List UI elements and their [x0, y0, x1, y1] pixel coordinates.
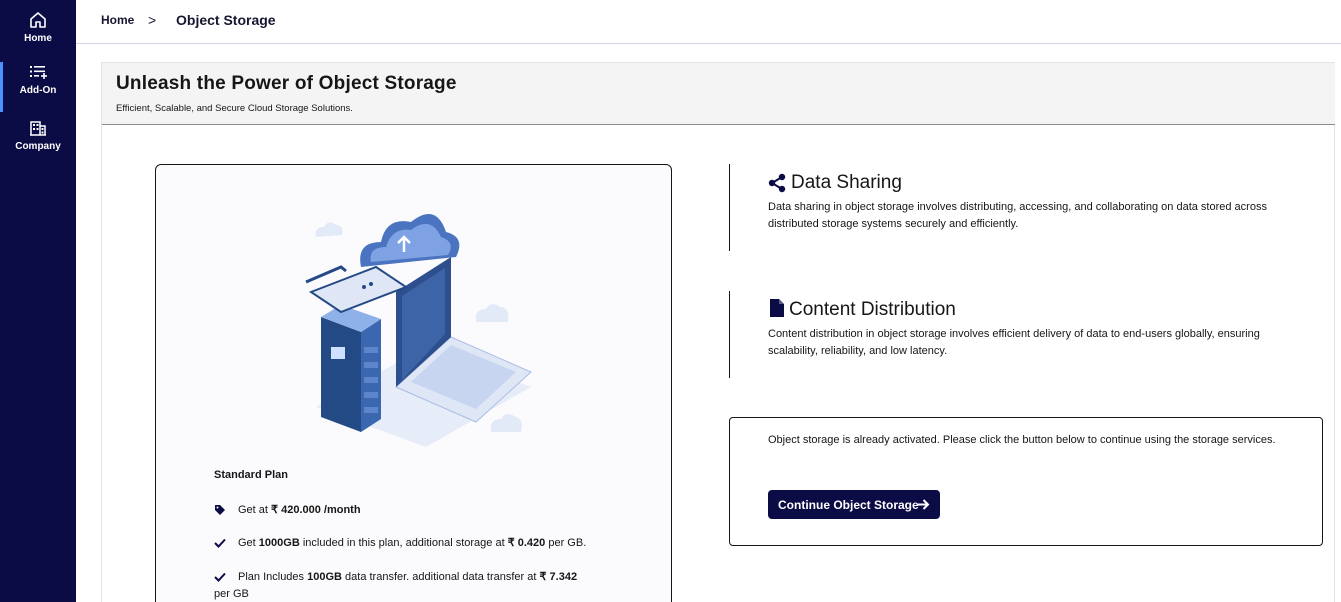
plan-price-prefix: Get at	[238, 504, 272, 516]
chevron-right-icon: >	[148, 12, 157, 28]
content-distribution-description: Content distribution in object storage i…	[768, 328, 1260, 357]
main-panel: Unleash the Power of Object Storage Effi…	[101, 62, 1335, 602]
data-sharing-section: Data Sharing Data sharing in object stor…	[729, 164, 1309, 251]
page-title: Unleash the Power of Object Storage	[116, 73, 457, 94]
data-sharing-title: Data Sharing	[791, 172, 902, 193]
storage-amount: 1000GB	[258, 537, 300, 549]
share-icon	[768, 173, 786, 193]
plan-transfer-item: Plan Includes 100GB data transfer. addit…	[214, 569, 614, 602]
activation-message: Object storage is already activated. Ple…	[768, 434, 1276, 446]
transfer-amount: 100GB	[307, 571, 342, 583]
home-icon	[30, 12, 46, 28]
title-band: Unleash the Power of Object Storage Effi…	[102, 63, 1335, 125]
sidebar-item-add-on[interactable]: Add-On	[0, 62, 76, 112]
transfer-prefix: Plan Includes	[238, 571, 308, 583]
storage-rate: ₹ 0.420	[507, 537, 546, 549]
arrow-right-icon	[918, 499, 930, 510]
sidebar-item-label: Home	[24, 33, 52, 44]
plan-storage-item: Get 1000GB included in this plan, additi…	[214, 535, 586, 552]
breadcrumb: Home > Object Storage	[76, 0, 1341, 44]
sidebar: Home Add-On Company	[0, 0, 76, 602]
plan-card: Standard Plan Get at ₹ 420.000 /month Ge…	[155, 164, 672, 602]
cloud-server-illustration	[305, 214, 532, 447]
transfer-mid: data transfer. additional data transfer …	[341, 571, 540, 583]
document-icon	[770, 299, 784, 317]
breadcrumb-current: Object Storage	[176, 12, 276, 28]
transfer-rate: ₹ 7.342	[539, 571, 578, 583]
transfer-suffix: per GB	[214, 588, 249, 600]
page-subtitle: Efficient, Scalable, and Secure Cloud St…	[116, 103, 353, 114]
plan-name: Standard Plan	[214, 469, 288, 481]
checkmark-icon	[214, 572, 226, 582]
data-sharing-description: Data sharing in object storage involves …	[768, 201, 1267, 230]
sidebar-item-home[interactable]: Home	[0, 10, 76, 60]
sidebar-item-label: Company	[15, 141, 61, 152]
breadcrumb-home-link[interactable]: Home	[101, 13, 134, 27]
add-list-icon	[30, 66, 47, 79]
tag-icon	[215, 505, 225, 515]
checkmark-icon	[214, 538, 226, 548]
content-distribution-section: Content Distribution Content distributio…	[729, 291, 1309, 378]
activation-box: Object storage is already activated. Ple…	[729, 417, 1323, 546]
storage-suffix: per GB.	[545, 537, 587, 549]
storage-mid: included in this plan, additional storag…	[299, 537, 508, 549]
storage-prefix: Get	[238, 537, 259, 549]
building-icon	[30, 121, 46, 136]
sidebar-item-company[interactable]: Company	[0, 118, 76, 168]
content-distribution-title: Content Distribution	[789, 299, 956, 320]
continue-button-label: Continue Object Storage	[778, 497, 919, 512]
plan-price: ₹ 420.000 /month	[271, 504, 361, 516]
plan-price-item: Get at ₹ 420.000 /month	[214, 502, 361, 519]
continue-object-storage-button[interactable]: Continue Object Storage	[768, 490, 940, 519]
sidebar-item-label: Add-On	[19, 85, 57, 96]
